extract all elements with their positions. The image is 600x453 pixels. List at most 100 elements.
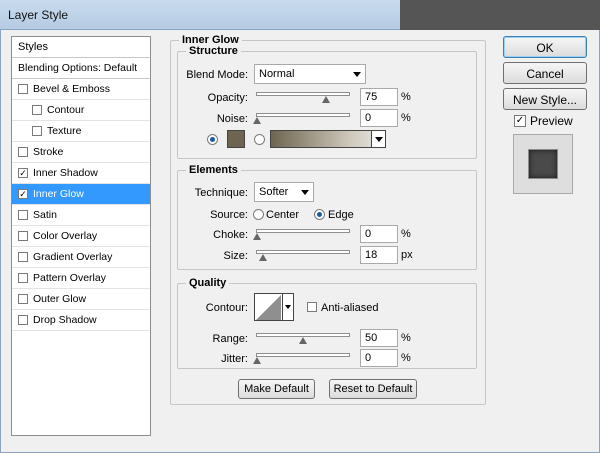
style-checkbox[interactable] [32,126,42,136]
noise-slider-thumb[interactable] [253,117,261,125]
contour-picker[interactable] [254,293,294,321]
range-slider-thumb[interactable] [299,337,307,345]
blend-mode-select[interactable]: Normal [254,64,366,84]
quality-title: Quality [186,277,230,289]
reset-to-default-button[interactable]: Reset to Default [329,379,417,399]
contour-preview-icon [256,295,281,320]
noise-unit: % [401,112,411,124]
source-label: Source: [210,209,248,221]
chevron-down-icon [301,190,309,195]
technique-select[interactable]: Softer [254,182,314,202]
style-item-color-overlay[interactable]: Color Overlay [12,226,150,247]
style-checkbox[interactable] [18,210,28,220]
style-checkbox[interactable] [32,105,42,115]
anti-aliased-label[interactable]: Anti-aliased [321,302,378,314]
gradient-picker[interactable] [270,130,386,148]
gradient-radio[interactable] [254,134,265,145]
styles-list: Styles Blending Options: Default Bevel &… [11,36,151,436]
style-preview [513,134,573,194]
range-input[interactable]: 50 [360,329,398,347]
chevron-down-icon [285,305,291,309]
chevron-down-icon [375,137,383,142]
style-item-texture[interactable]: Texture [12,121,150,142]
style-item-label: Drop Shadow [33,314,97,326]
choke-label: Choke: [213,229,248,241]
choke-input[interactable]: 0 [360,225,398,243]
background-area [400,0,600,30]
style-item-stroke[interactable]: Stroke [12,142,150,163]
source-center-label[interactable]: Center [266,209,299,221]
anti-aliased-checkbox[interactable] [307,302,317,312]
styles-header[interactable]: Styles [12,37,150,58]
size-slider[interactable] [256,250,350,261]
gradient-dropdown[interactable] [371,131,385,147]
opacity-input[interactable]: 75 [360,88,398,106]
style-item-contour[interactable]: Contour [12,100,150,121]
style-checkbox[interactable] [18,294,28,304]
choke-unit: % [401,228,411,240]
contour-dropdown[interactable] [282,294,293,320]
style-item-drop-shadow[interactable]: Drop Shadow [12,310,150,331]
solid-color-radio[interactable] [207,134,218,145]
blending-options-item[interactable]: Blending Options: Default [12,58,150,79]
style-item-gradient-overlay[interactable]: Gradient Overlay [12,247,150,268]
blend-mode-label: Blend Mode: [186,69,248,81]
style-checkbox[interactable] [18,252,28,262]
source-center-radio[interactable] [253,209,264,220]
style-item-label: Gradient Overlay [33,251,113,263]
style-item-label: Inner Glow [33,188,84,200]
style-item-outer-glow[interactable]: Outer Glow [12,289,150,310]
size-slider-thumb[interactable] [259,254,268,262]
source-edge-radio[interactable] [314,209,325,220]
style-item-pattern-overlay[interactable]: Pattern Overlay [12,268,150,289]
glow-color-swatch[interactable] [227,130,245,148]
technique-value: Softer [259,186,289,198]
window-title: Layer Style [8,8,69,22]
source-edge-label[interactable]: Edge [328,209,354,221]
style-item-label: Texture [47,125,82,137]
range-slider[interactable] [256,333,350,344]
style-item-inner-glow[interactable]: ✓ Inner Glow [12,184,150,205]
style-item-label: Outer Glow [33,293,87,305]
chevron-down-icon [353,72,361,77]
style-item-label: Bevel & Emboss [33,83,111,95]
style-item-satin[interactable]: Satin [12,205,150,226]
opacity-unit: % [401,91,411,103]
jitter-slider-thumb[interactable] [253,357,261,365]
style-checkbox[interactable] [18,147,28,157]
size-input[interactable]: 18 [360,246,398,264]
style-item-label: Color Overlay [33,230,98,242]
choke-slider-thumb[interactable] [253,233,261,241]
preview-label[interactable]: Preview [530,114,573,128]
blend-mode-value: Normal [259,68,295,80]
jitter-slider[interactable] [253,353,350,364]
style-item-label: Pattern Overlay [33,272,106,284]
style-checkbox[interactable] [18,315,28,325]
noise-slider[interactable] [253,113,350,124]
make-default-button[interactable]: Make Default [238,379,315,399]
jitter-input[interactable]: 0 [360,349,398,367]
opacity-label: Opacity: [207,92,248,104]
style-checkbox[interactable] [18,231,28,241]
style-item-label: Satin [33,209,57,221]
style-checkbox[interactable]: ✓ [18,168,28,178]
cancel-button[interactable]: Cancel [503,62,587,84]
style-item-label: Contour [47,104,85,116]
new-style-button[interactable]: New Style... [503,88,587,110]
style-checkbox[interactable] [18,84,28,94]
opacity-slider[interactable] [256,92,350,103]
opacity-slider-thumb[interactable] [322,96,330,104]
style-item-label: Stroke [33,146,64,158]
style-item-label: Inner Shadow [33,167,98,179]
style-item-inner-shadow[interactable]: ✓ Inner Shadow [12,163,150,184]
ok-button[interactable]: OK [503,36,587,58]
style-checkbox[interactable]: ✓ [18,189,28,199]
noise-input[interactable]: 0 [360,109,398,127]
choke-slider[interactable] [253,229,350,240]
range-label: Range: [212,333,248,345]
style-checkbox[interactable] [18,273,28,283]
style-item-bevel-emboss[interactable]: Bevel & Emboss [12,79,150,100]
preview-checkbox[interactable]: ✓ [514,115,526,127]
elements-title: Elements [186,164,241,176]
technique-label: Technique: [194,187,248,199]
